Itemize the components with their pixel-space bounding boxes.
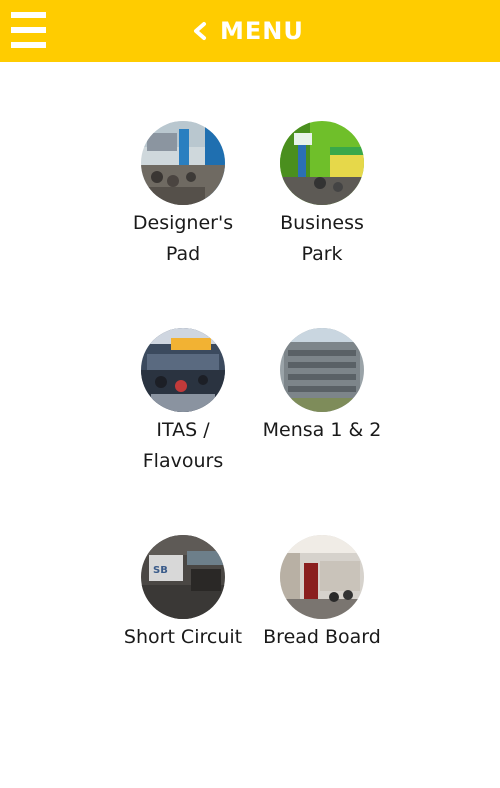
canteen-label-line2: Flavours (142, 450, 224, 472)
canteen-label-line2: Park (301, 243, 343, 265)
canteen-photo (141, 121, 225, 205)
canteen-photo: SB (141, 535, 225, 619)
canteen-photo (280, 328, 364, 412)
canteen-label: Business (280, 212, 364, 234)
back-button[interactable]: MENU (192, 14, 304, 48)
canteen-photo (280, 535, 364, 619)
svg-text:SB: SB (153, 565, 168, 576)
canteen-label: Short Circuit (123, 626, 243, 648)
canteen-designers-pad[interactable]: Designer's Pad (103, 121, 263, 270)
canteen-label: Designer's (132, 212, 234, 234)
hamburger-menu-icon[interactable] (11, 12, 46, 49)
canteen-photo (280, 121, 364, 205)
canteen-itas-flavours[interactable]: ITAS / Flavours (103, 328, 263, 477)
canteen-bread-board[interactable]: Bread Board (242, 535, 402, 653)
canteen-mensa-1-2[interactable]: Mensa 1 & 2 (242, 328, 402, 446)
page-title: MENU (220, 17, 304, 45)
canteen-label: ITAS / (156, 419, 210, 441)
hamburger-bar (11, 12, 46, 18)
app-header: MENU (0, 0, 500, 62)
canteen-label: Bread Board (263, 626, 381, 648)
hamburger-bar (11, 27, 46, 33)
canteen-label: Mensa 1 & 2 (262, 419, 382, 441)
canteen-photo (141, 328, 225, 412)
canteen-business-park[interactable]: Business Park (242, 121, 402, 270)
canteen-label-line2: Pad (165, 243, 201, 265)
hamburger-bar (11, 42, 46, 48)
canteen-short-circuit[interactable]: SB Short Circuit (103, 535, 263, 653)
chevron-left-icon (194, 22, 206, 40)
